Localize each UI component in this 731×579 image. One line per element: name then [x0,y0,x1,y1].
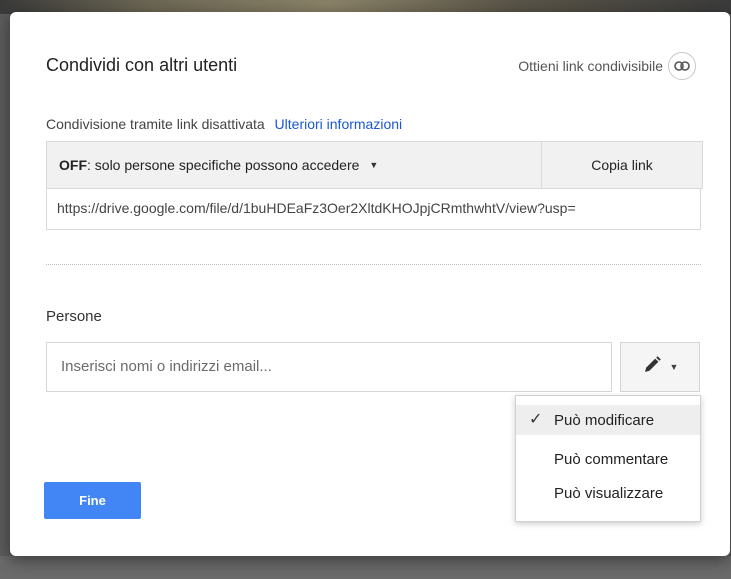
divider [46,264,701,265]
menu-item-label: Può visualizzare [554,484,664,502]
get-link-label: Ottieni link condivisibile [518,58,663,74]
caret-down-icon: ▼ [369,160,379,170]
menu-item-label: Può modificare [554,411,655,429]
dialog-title: Condividi con altri utenti [46,55,238,75]
get-shareable-link-button[interactable]: Ottieni link condivisibile [518,52,696,80]
share-url-field[interactable]: https://drive.google.com/file/d/1buHDEaF… [46,188,701,230]
link-icon[interactable] [668,52,696,80]
menu-item-can-comment[interactable]: Può commentare [516,444,700,474]
link-access-row: OFF : solo persone specifiche possono ac… [46,141,703,189]
caret-down-icon: ▼ [669,362,679,372]
people-label: Persone [46,308,102,325]
people-input[interactable]: Inserisci nomi o indirizzi email... [46,342,612,392]
link-sharing-status: Condivisione tramite link disattivata Ul… [46,116,402,132]
access-state: OFF [59,157,87,173]
link-access-dropdown[interactable]: OFF : solo persone specifiche possono ac… [47,142,542,188]
menu-item-label: Può commentare [554,450,669,468]
link-status-text: Condivisione tramite link disattivata [46,116,265,132]
done-button[interactable]: Fine [44,482,141,519]
copy-link-button[interactable]: Copia link [542,142,702,188]
permission-menu: ✓ Può modificare Può commentare Può visu… [515,395,701,522]
menu-item-can-edit[interactable]: ✓ Può modificare [516,405,700,435]
checkmark-icon: ✓ [529,411,543,428]
permission-dropdown-button[interactable]: ▼ [620,342,700,392]
more-info-link[interactable]: Ulteriori informazioni [275,116,403,132]
access-description: : solo persone specifiche possono accede… [87,157,360,173]
background-strip-bottom [0,556,731,579]
pencil-icon [642,355,662,380]
share-dialog: Condividi con altri utenti Ottieni link … [10,12,730,556]
menu-item-can-view[interactable]: Può visualizzare [516,478,700,508]
